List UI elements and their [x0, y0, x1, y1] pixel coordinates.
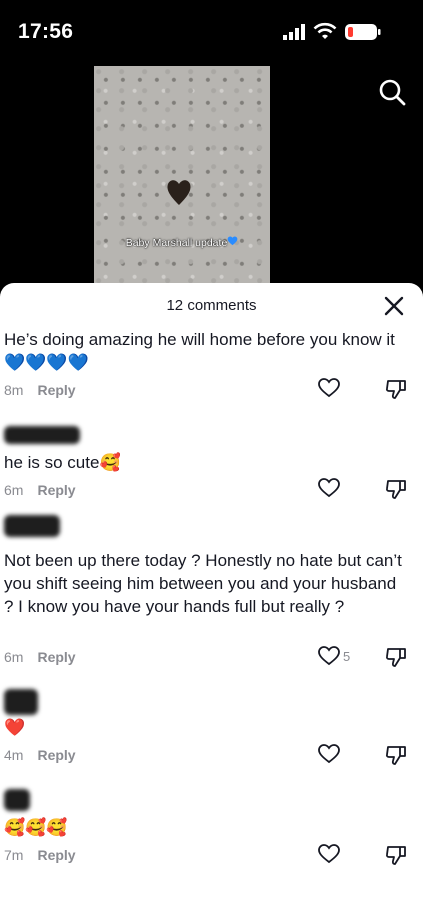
dislike-icon[interactable] [385, 844, 407, 866]
reply-button[interactable]: Reply [37, 649, 75, 665]
comment-username [4, 426, 84, 444]
comment-time: 6m [4, 482, 24, 498]
like-heart-icon[interactable] [318, 478, 340, 498]
reply-button[interactable]: Reply [37, 847, 75, 863]
video-area: 17:56 Baby Marshall update [0, 0, 423, 300]
dislike-icon[interactable] [385, 646, 407, 668]
comment-text: 🥰🥰🥰 [4, 818, 68, 837]
comment-text: he is so cute🥰 [4, 453, 121, 472]
comment-text: He’s doing amazing he will home before y… [4, 330, 395, 372]
reply-button[interactable]: Reply [37, 382, 75, 398]
video-thumbnail[interactable]: Baby Marshall update [94, 66, 270, 290]
video-caption: Baby Marshall update [94, 236, 270, 249]
comment-meta: 6m Reply [4, 482, 76, 498]
comment-meta: 6m Reply [4, 649, 76, 665]
comment-username [4, 689, 44, 715]
wifi-icon [313, 22, 337, 39]
leaf-heart-image [167, 180, 191, 205]
like-count: 5 [343, 649, 351, 664]
status-time: 17:56 [18, 20, 74, 43]
comment-time: 8m [4, 382, 24, 398]
like-heart-icon[interactable] [318, 844, 340, 864]
comment-item: Not been up there today ? Honestly no ha… [0, 513, 423, 673]
comment-time: 6m [4, 649, 24, 665]
like-heart-icon[interactable] [318, 744, 340, 764]
status-bar: 17:56 [0, 0, 423, 64]
reply-button[interactable]: Reply [37, 747, 75, 763]
battery-low-icon [345, 24, 381, 40]
reply-button[interactable]: Reply [37, 482, 75, 498]
comments-sheet: 12 comments He’s doing amazing he will h… [0, 283, 423, 900]
caption-text: Baby Marshall update [125, 237, 228, 249]
dislike-icon[interactable] [385, 378, 407, 400]
comment-text: ❤️ [4, 718, 26, 737]
comment-meta: 8m Reply [4, 382, 76, 398]
dislike-icon[interactable] [385, 478, 407, 500]
comment-item: he is so cute🥰 6m Reply [0, 418, 423, 503]
comment-item: 🥰🥰🥰 7m Reply [0, 783, 423, 878]
like-heart-icon[interactable] [318, 646, 340, 666]
comment-time: 7m [4, 847, 24, 863]
comment-meta: 7m Reply [4, 847, 76, 863]
comment-time: 4m [4, 747, 24, 763]
comment-text: Not been up there today ? Honestly no ha… [4, 551, 402, 616]
username-redaction [4, 689, 38, 715]
like-heart-icon[interactable] [318, 378, 340, 398]
comment-item: ❤️ 4m Reply [0, 683, 423, 778]
blue-heart-icon [227, 236, 238, 246]
username-redaction [4, 426, 80, 444]
close-icon[interactable] [383, 295, 405, 317]
comments-count-title: 12 comments [166, 297, 257, 314]
username-redaction [4, 789, 30, 811]
comment-username [4, 515, 64, 537]
comment-item: He’s doing amazing he will home before y… [0, 323, 423, 413]
cellular-signal-icon [283, 24, 305, 40]
search-icon[interactable] [378, 78, 406, 106]
comment-meta: 4m Reply [4, 747, 76, 763]
dislike-icon[interactable] [385, 744, 407, 766]
comment-username [4, 789, 40, 811]
username-redaction [4, 515, 60, 537]
